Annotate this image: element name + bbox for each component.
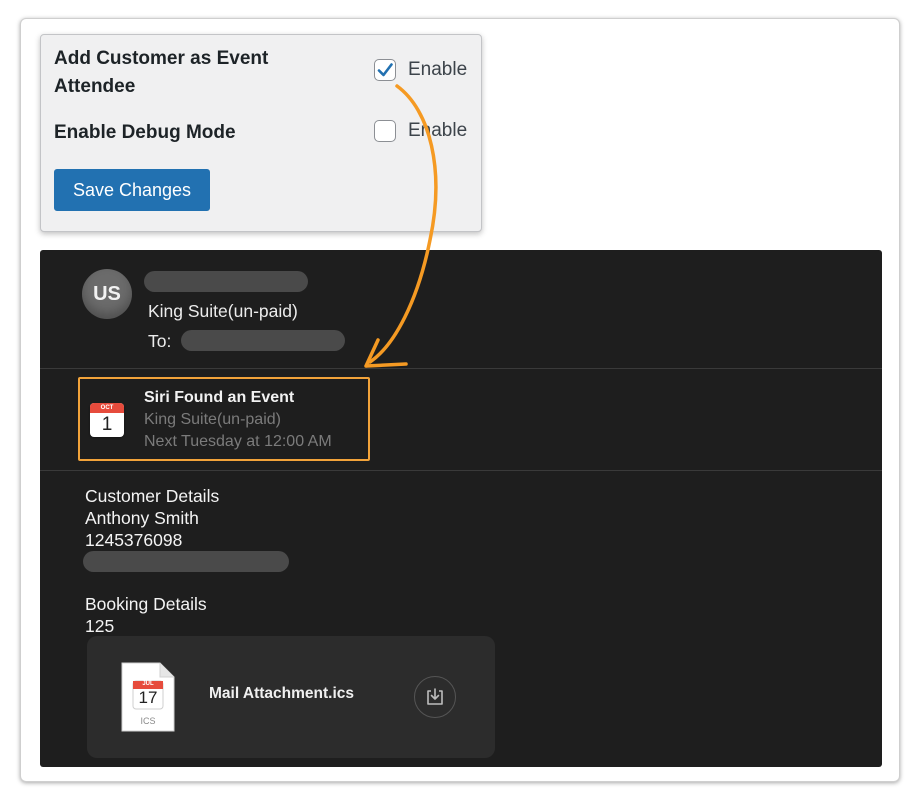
mail-message: US King Suite(un-paid) To: OCT 1 Siri Fo… [40,250,882,767]
mail-attachment[interactable]: JUL 17 ICS Mail Attachment.ics [87,636,495,758]
download-button[interactable] [414,676,456,718]
calendar-month: OCT [90,403,124,413]
customer-details-block: Customer Details Anthony Smith 124537609… [85,485,219,551]
sender-name: King Suite(un-paid) [148,301,298,321]
attachment-file-name: Mail Attachment.ics [209,685,354,702]
checkmark-icon [377,63,393,77]
siri-event-subtitle: King Suite(un-paid) [144,411,281,428]
debug-enable-control[interactable]: Enable [374,120,467,142]
attendee-setting-label: Add Customer as Event Attendee [54,48,269,97]
calendar-icon: OCT 1 [90,403,124,437]
settings-panel: Add Customer as Event Attendee Enable En… [40,34,482,232]
download-icon [427,688,443,705]
calendar-day: 1 [101,414,113,435]
booking-id: 125 [85,616,115,636]
attachment-calendar-day: 17 [138,688,158,707]
debug-checkbox[interactable] [374,120,396,142]
setting-row-attendee: Add Customer as Event Attendee Enable [54,45,474,105]
customer-name: Anthony Smith [85,508,199,528]
debug-setting-label: Enable Debug Mode [54,122,236,143]
redacted-customer-email [83,551,289,572]
file-type-label: ICS [140,716,156,726]
attendee-enable-label: Enable [408,59,468,80]
customer-phone: 1245376098 [85,530,183,550]
attendee-enable-control[interactable]: Enable [374,59,467,81]
booking-details-block: Booking Details 125 [85,593,207,637]
avatar: US [82,269,132,319]
redacted-sender-email [144,271,308,292]
siri-event-title: Siri Found an Event [144,389,295,406]
save-changes-button[interactable]: Save Changes [54,169,210,211]
attendee-checkbox[interactable] [374,59,396,81]
siri-event-time: Next Tuesday at 12:00 AM [144,433,332,450]
redacted-recipient [181,330,345,351]
customer-details-heading: Customer Details [85,486,220,506]
attachment-calendar-month: JUL [142,681,154,687]
siri-divider [40,470,882,471]
debug-enable-label: Enable [408,120,468,141]
siri-event-suggestion[interactable]: OCT 1 Siri Found an Event King Suite(un-… [78,377,370,461]
header-divider [40,368,882,369]
setting-row-debug: Enable Debug Mode Enable [54,119,474,153]
to-label: To: [148,331,172,351]
booking-details-heading: Booking Details [85,594,207,614]
